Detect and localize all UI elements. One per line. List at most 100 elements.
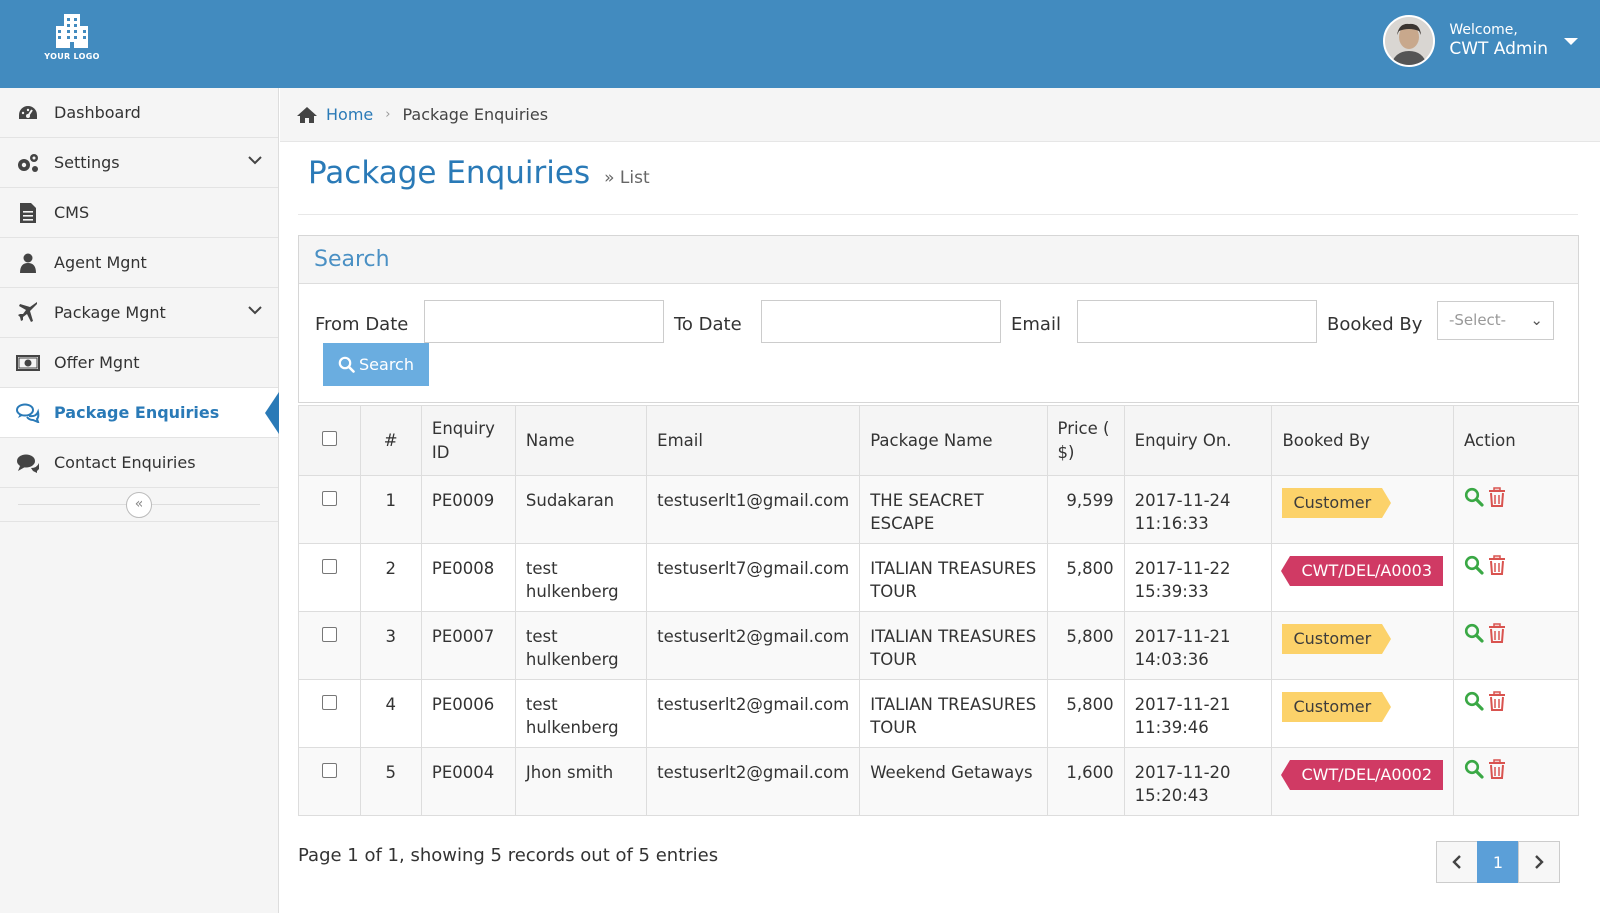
collapse-sidebar-button[interactable]: « [126,492,152,518]
customer-email: testuserlt2@gmail.com [646,611,861,680]
sidebar-item-dashboard[interactable]: Dashboard [0,88,278,138]
row-select-cell [298,543,361,612]
chevron-left-icon [1452,855,1461,869]
logo[interactable]: YOUR LOGO [40,12,104,68]
action-cell [1453,611,1579,680]
sidebar-item-contact-enquiries[interactable]: Contact Enquiries [0,438,278,488]
view-icon[interactable] [1464,555,1484,575]
col-header-enquiry-id[interactable]: Enquiry ID [420,405,516,476]
enquiry-date: 2017-11-22 15:39:33 [1123,543,1273,612]
divider [298,214,1578,215]
delete-icon[interactable] [1488,691,1506,711]
booked-by-label: Booked By [1327,314,1423,335]
delete-icon[interactable] [1488,555,1506,575]
pagination-summary: Page 1 of 1, showing 5 records out of 5 … [298,845,719,866]
col-header-enquiry-on[interactable]: Enquiry On. [1123,405,1273,476]
enquiry-date-day: 2017-11-22 [1134,559,1231,578]
breadcrumb-home-link[interactable]: Home [326,105,373,124]
home-icon[interactable] [296,106,318,124]
row-select-cell [298,611,361,680]
col-header-action: Action [1453,405,1579,476]
col-header-booked-by[interactable]: Booked By [1271,405,1455,476]
col-header-price[interactable]: Price ( $) [1046,405,1125,476]
view-icon[interactable] [1464,487,1484,507]
email-input[interactable] [1077,300,1317,343]
enquiry-date-day: 2017-11-20 [1134,763,1231,782]
chevron-down-icon: ⌄ [1530,311,1543,329]
col-header-name[interactable]: Name [514,405,648,476]
table-row: 5 PE0004 Jhon smith testuserlt2@gmail.co… [298,747,1579,816]
table-row: 3 PE0007 test hulkenberg testuserlt2@gma… [298,611,1579,680]
booked-by-select[interactable]: -Select- ⌄ [1437,301,1554,340]
table-row: 1 PE0009 Sudakaran testuserlt1@gmail.com… [298,475,1579,544]
enquiry-date: 2017-11-21 14:03:36 [1123,611,1273,680]
sidebar-item-package-enquiries[interactable]: Package Enquiries [0,388,279,438]
prev-page-button[interactable] [1436,841,1478,883]
booked-by-cell: Customer [1271,475,1455,544]
sidebar-item-settings[interactable]: Settings [0,138,278,188]
next-page-button[interactable] [1518,841,1560,883]
page-title: Package Enquiries [308,155,591,191]
col-header-package-name[interactable]: Package Name [859,405,1048,476]
page-button-current[interactable]: 1 [1477,841,1519,883]
sidebar-item-cms[interactable]: CMS [0,188,278,238]
from-date-input[interactable] [424,300,664,343]
sidebar-item-agent-mgnt[interactable]: Agent Mgnt [0,238,278,288]
sidebar-item-label: Offer Mgnt [54,353,140,372]
user-name: CWT Admin [1449,39,1548,60]
row-checkbox[interactable] [321,627,337,642]
chevron-down-icon[interactable] [248,155,262,165]
view-icon[interactable] [1464,691,1484,711]
col-header-email[interactable]: Email [646,405,861,476]
user-menu[interactable]: Welcome, CWT Admin [1383,15,1578,67]
search-icon [338,356,355,373]
view-icon[interactable] [1464,623,1484,643]
col-header-num[interactable]: # [359,405,422,476]
search-button-label: Search [359,355,414,374]
sidebar-item-package-mgnt[interactable]: Package Mgnt [0,288,278,338]
delete-icon[interactable] [1488,487,1506,507]
customer-email: testuserlt2@gmail.com [646,679,861,748]
booked-by-cell: CWT/DEL/A0003 [1271,543,1455,612]
sidebar-item-label: Settings [54,153,120,172]
comments-icon [16,401,40,425]
sidebar-item-label: Package Mgnt [54,303,166,322]
enquiry-id: PE0007 [420,611,516,680]
booked-by-badge: Customer [1282,624,1391,654]
package-name: Weekend Getaways [859,747,1048,816]
package-name: ITALIAN TREASURES TOUR [859,611,1048,680]
enquiry-id: PE0009 [420,475,516,544]
search-panel-title: Search [299,236,1578,284]
delete-icon[interactable] [1488,623,1506,643]
table-header-row: # Enquiry ID Name Email Package Name Pri… [298,405,1579,476]
row-checkbox[interactable] [321,491,337,506]
customer-name: test hulkenberg [514,543,648,612]
user-photo-icon [1385,17,1434,65]
price: 5,800 [1046,611,1125,680]
avatar[interactable] [1383,15,1436,67]
sidebar-item-offer-mgnt[interactable]: Offer Mgnt [0,338,278,388]
enquiry-date-day: 2017-11-21 [1134,627,1231,646]
customer-email: testuserlt7@gmail.com [646,543,861,612]
row-checkbox[interactable] [321,695,337,710]
row-checkbox[interactable] [321,763,337,778]
action-cell [1453,543,1579,612]
booked-by-cell: Customer [1271,679,1455,748]
chevron-down-icon[interactable] [1564,37,1578,45]
enquiry-date: 2017-11-20 15:20:43 [1123,747,1273,816]
chevron-down-icon[interactable] [248,305,262,315]
breadcrumb: Home › Package Enquiries [280,88,1600,142]
to-date-input[interactable] [761,300,1001,343]
row-checkbox[interactable] [321,559,337,574]
select-all-checkbox[interactable] [321,430,337,446]
row-number: 2 [359,543,422,612]
delete-icon[interactable] [1488,759,1506,779]
booked-by-badge: CWT/DEL/A0002 [1281,760,1444,790]
building-logo-icon [56,14,88,48]
top-header: YOUR LOGO Welcome, CWT Admin [0,0,1600,88]
dashboard-icon [16,101,40,125]
price: 9,599 [1046,475,1125,544]
search-button[interactable]: Search [323,343,429,386]
view-icon[interactable] [1464,759,1484,779]
sidebar-item-label: Package Enquiries [54,403,220,422]
